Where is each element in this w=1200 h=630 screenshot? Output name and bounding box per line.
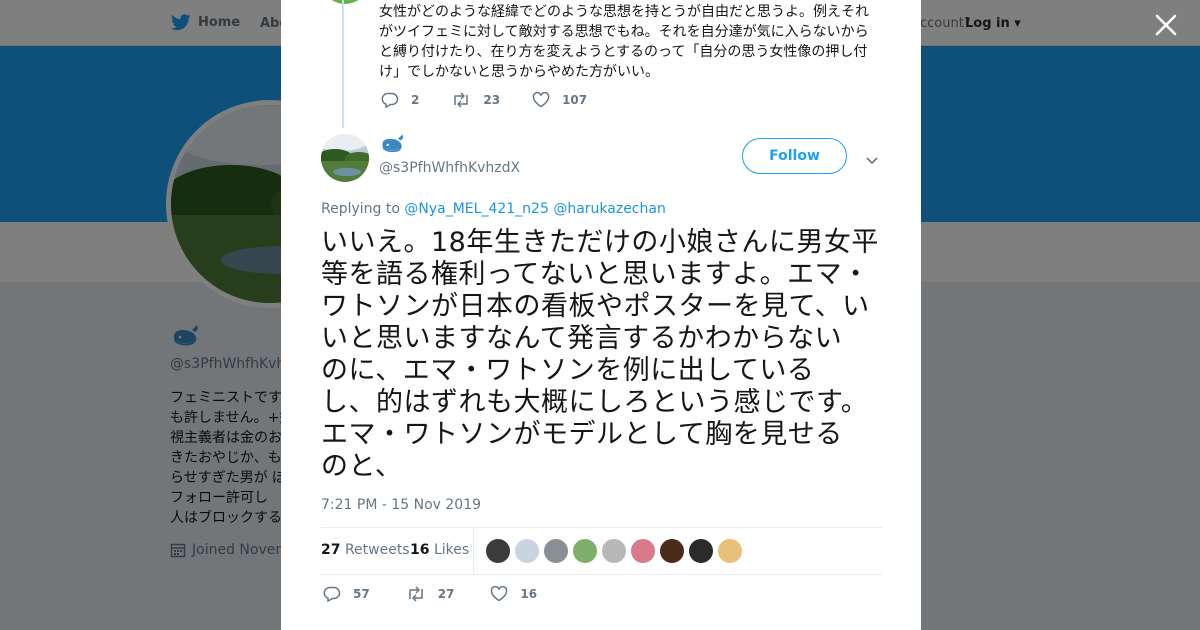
- liker-avatar[interactable]: [485, 538, 511, 564]
- liker-avatar[interactable]: [514, 538, 540, 564]
- like-button[interactable]: 16: [490, 586, 537, 602]
- reply-icon: [381, 92, 399, 108]
- text-line: いと思いますなんて発言するかわからない: [321, 323, 843, 354]
- tweet-timestamp[interactable]: 7:21 PM - 15 Nov 2019: [321, 497, 481, 513]
- previous-tweet-actions: 2 23 107: [381, 92, 619, 108]
- close-icon[interactable]: [1152, 11, 1180, 39]
- chevron-down-icon[interactable]: [865, 151, 879, 170]
- text-line: がツイフェミに対して敵対する思想でもね。それを自分達が気に入らないから: [379, 24, 869, 40]
- tweet-text: いいえ。18年生きただけの小娘さんに男女平 等を語る権利ってないと思いますよ。エ…: [321, 227, 891, 483]
- text-line: け」でしかないと思うからやめた方がいい。: [379, 64, 659, 80]
- liker-avatar[interactable]: [717, 538, 743, 564]
- text-line: ワトソンが日本の看板やポスターを見て、い: [321, 291, 870, 322]
- text-line: 女性がどのような経緯でどのような思想を持とうが自由だと思うよ。例えそれ: [379, 4, 869, 20]
- author-avatar[interactable]: [321, 134, 369, 182]
- liker-avatar[interactable]: [543, 538, 569, 564]
- retweet-icon: [408, 586, 423, 602]
- stats-divider: [473, 528, 474, 574]
- liker-avatar[interactable]: [601, 538, 627, 564]
- retweets-stat[interactable]: 27 Retweets: [321, 542, 410, 558]
- text-line: 等を語る権利ってないと思いますよ。エマ・: [321, 259, 870, 290]
- text-line: と縛り付けたり、在り方を変えようとするのって「自分の思う女性像の押し付: [379, 44, 868, 60]
- like-button[interactable]: 107: [532, 92, 587, 108]
- retweet-button[interactable]: 23: [451, 92, 500, 108]
- heart-icon: [532, 92, 550, 108]
- text-line: し、的はずれも大概にしろという感じです。: [321, 387, 869, 418]
- likes-stat-count: 16: [410, 542, 430, 558]
- retweets-stat-label: Retweets: [344, 542, 410, 558]
- text-line: いいえ。18年生きただけの小娘さんに男女平: [321, 227, 879, 258]
- previous-tweet-avatar[interactable]: [321, 0, 369, 4]
- author-handle[interactable]: @s3PfhWhfhKvhzdX: [379, 160, 520, 176]
- text-line: のに、エマ・ワトソンを例に出している: [321, 355, 815, 386]
- mention-link[interactable]: @Nya_MEL_421_n25: [404, 201, 548, 217]
- reply-button[interactable]: 2: [381, 92, 419, 108]
- text-line: のと、: [321, 451, 403, 482]
- retweet-count: 23: [483, 93, 501, 107]
- reply-count: 57: [353, 587, 370, 601]
- heart-icon: [491, 586, 508, 602]
- retweet-button[interactable]: 27: [406, 586, 455, 602]
- whale-emoji-icon[interactable]: [379, 133, 405, 159]
- tweet-modal: 女性がどのような経緯でどのような思想を持とうが自由だと思うよ。例えそれ がツイフ…: [281, 0, 921, 630]
- mention-link[interactable]: @harukazechan: [553, 201, 666, 217]
- tweet-stats: 27 Retweets 16 Likes: [321, 527, 882, 575]
- liker-avatar[interactable]: [630, 538, 656, 564]
- replying-prefix: Replying to: [321, 201, 400, 217]
- retweets-stat-count: 27: [321, 542, 341, 558]
- reply-count: 2: [411, 93, 420, 107]
- tweet-actions: 57 27 16: [323, 586, 573, 602]
- reply-button[interactable]: 57: [323, 586, 370, 602]
- likes-stat[interactable]: 16 Likes: [410, 542, 469, 558]
- replying-to: Replying to @Nya_MEL_421_n25 @harukazech…: [321, 201, 666, 217]
- liker-avatars: [485, 538, 746, 564]
- previous-tweet-text: 女性がどのような経緯でどのような思想を持とうが自由だと思うよ。例えそれ がツイフ…: [379, 2, 879, 82]
- thread-connector-line: [342, 0, 344, 128]
- like-count: 107: [562, 93, 588, 107]
- like-count: 16: [520, 587, 538, 601]
- text-line: エマ・ワトソンがモデルとして胸を見せる: [321, 419, 843, 450]
- retweet-count: 27: [437, 587, 455, 601]
- liker-avatar[interactable]: [688, 538, 714, 564]
- liker-avatar[interactable]: [572, 538, 598, 564]
- follow-button[interactable]: Follow: [742, 138, 847, 174]
- reply-icon: [323, 586, 341, 602]
- likes-stat-label: Likes: [433, 542, 470, 558]
- retweet-icon: [454, 92, 469, 108]
- liker-avatar[interactable]: [659, 538, 685, 564]
